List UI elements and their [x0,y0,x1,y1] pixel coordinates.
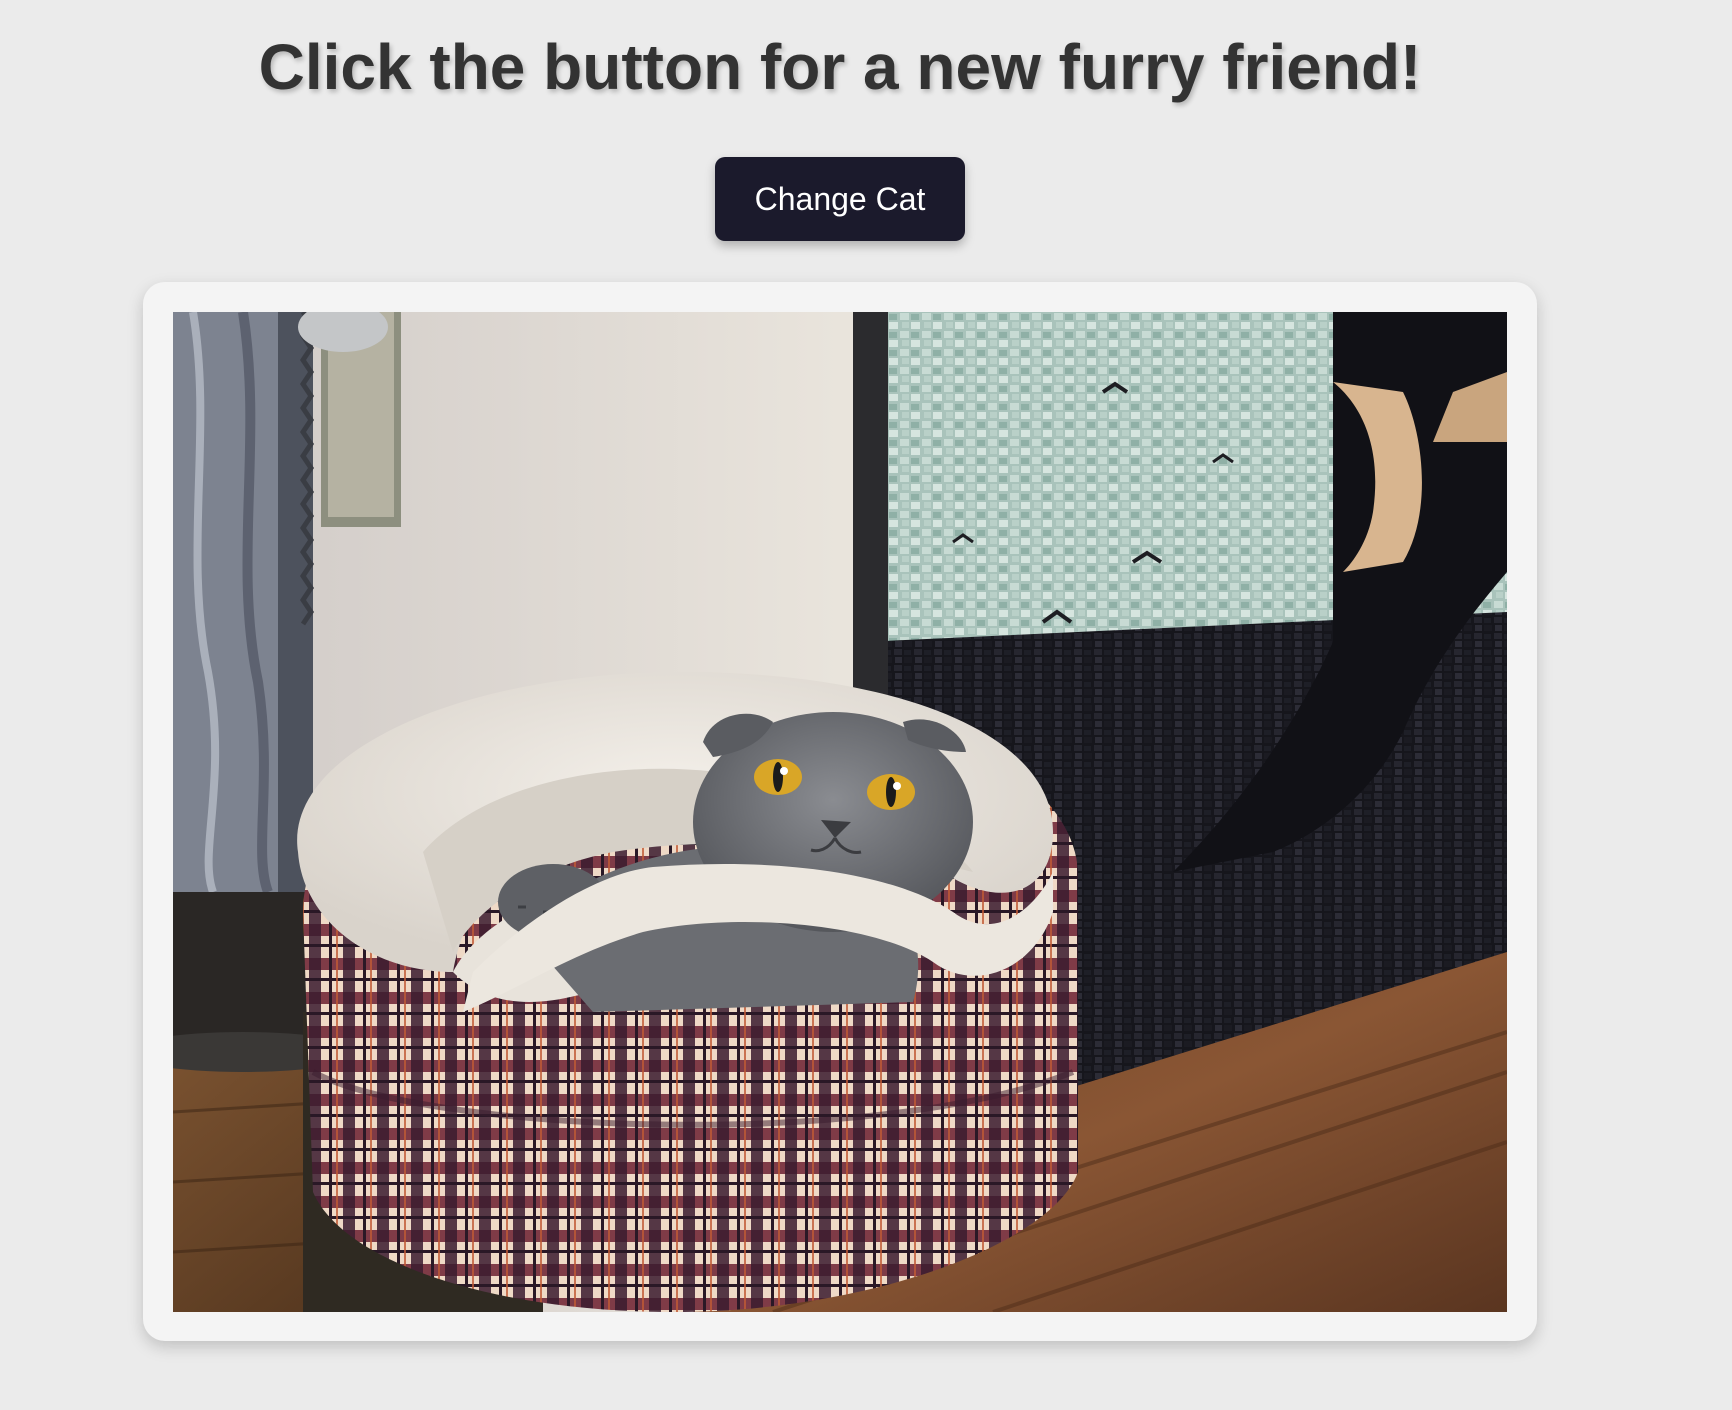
image-card [143,282,1537,1341]
change-cat-button[interactable]: Change Cat [715,157,965,241]
page: Click the button for a new furry friend!… [0,0,1732,1410]
page-heading: Click the button for a new furry friend! [258,31,1422,103]
cat-photo [173,312,1507,1312]
